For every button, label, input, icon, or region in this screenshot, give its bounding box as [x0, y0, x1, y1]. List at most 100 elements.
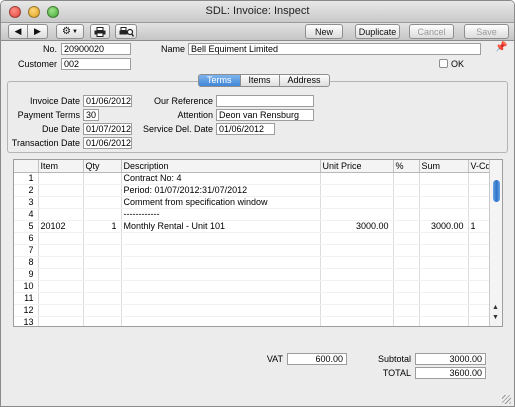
tab-items[interactable]: Items	[240, 74, 280, 87]
grid-cell[interactable]	[393, 244, 420, 257]
grid-cell[interactable]	[83, 304, 122, 317]
grid-cell[interactable]	[83, 232, 122, 245]
grid-cell[interactable]: 3000.00	[320, 220, 394, 233]
grid-cell[interactable]	[419, 184, 469, 197]
grid-cell[interactable]	[468, 256, 491, 269]
grid-cell[interactable]	[320, 244, 394, 257]
grid-cell[interactable]	[393, 280, 420, 293]
column-header[interactable]: Unit Price	[320, 160, 394, 173]
grid-cell[interactable]	[419, 292, 469, 305]
scroll-up-icon[interactable]: ▲	[492, 304, 499, 311]
grid-cell[interactable]: 3000.00	[419, 220, 469, 233]
customer-field[interactable]: 002	[61, 58, 131, 70]
tab-terms[interactable]: Terms	[198, 74, 241, 87]
grid-cell[interactable]	[121, 256, 321, 269]
grid-cell[interactable]	[393, 268, 420, 281]
grid-cell[interactable]	[320, 316, 394, 326]
grid-cell[interactable]: Contract No: 4	[121, 172, 321, 185]
grid-cell[interactable]	[320, 280, 394, 293]
column-header[interactable]: Item	[38, 160, 84, 173]
grid-cell[interactable]	[121, 268, 321, 281]
grid-cell[interactable]	[419, 232, 469, 245]
grid-cell[interactable]	[320, 196, 394, 209]
grid-cell[interactable]	[419, 268, 469, 281]
grid-cell[interactable]: ------------	[121, 208, 321, 221]
grid-cell[interactable]: Monthly Rental - Unit 101	[121, 220, 321, 233]
table-row[interactable]: 13	[14, 316, 491, 326]
grid-cell[interactable]: Comment from specification window	[121, 196, 321, 209]
grid-cell[interactable]	[121, 292, 321, 305]
column-header[interactable]: Description	[121, 160, 321, 173]
grid-cell[interactable]: 20102	[38, 220, 84, 233]
grid-cell[interactable]	[419, 196, 469, 209]
cancel-button[interactable]: Cancel	[409, 24, 454, 39]
resize-grip-icon[interactable]	[502, 395, 511, 404]
grid-cell[interactable]	[121, 316, 321, 326]
print-preview-button[interactable]	[115, 24, 137, 39]
column-header[interactable]: V-Cd	[468, 160, 491, 173]
grid-cell[interactable]	[419, 172, 469, 185]
table-row[interactable]: 6	[14, 232, 491, 245]
grid-cell[interactable]	[83, 172, 122, 185]
table-row[interactable]: 11	[14, 292, 491, 305]
table-row[interactable]: 5 20102 1 Monthly Rental - Unit 101 3000.00 3…	[14, 220, 491, 233]
grid-cell[interactable]	[83, 280, 122, 293]
grid-cell[interactable]	[320, 208, 394, 221]
transaction-date-field[interactable]: 01/06/2012	[83, 137, 132, 149]
grid-cell[interactable]	[38, 208, 84, 221]
grid-cell[interactable]	[320, 292, 394, 305]
grid-cell[interactable]	[38, 256, 84, 269]
grid-cell[interactable]	[320, 256, 394, 269]
grid-cell[interactable]	[468, 304, 491, 317]
save-button[interactable]: Save	[464, 24, 509, 39]
grid-cell[interactable]	[393, 316, 420, 326]
scroll-down-icon[interactable]: ▼	[492, 314, 499, 321]
grid-cell[interactable]: Period: 01/07/2012:31/07/2012	[121, 184, 321, 197]
grid-cell[interactable]	[121, 304, 321, 317]
grid-cell[interactable]	[320, 232, 394, 245]
tab-address[interactable]: Address	[279, 74, 330, 87]
grid-cell[interactable]	[419, 208, 469, 221]
column-header[interactable]: %	[393, 160, 420, 173]
grid-cell[interactable]	[38, 196, 84, 209]
operations-menu-button[interactable]: ⚙ ▼	[56, 24, 84, 39]
new-button[interactable]: New	[305, 24, 343, 39]
grid-cell[interactable]	[468, 316, 491, 326]
grid-cell[interactable]	[393, 220, 420, 233]
grid-cell[interactable]	[83, 256, 122, 269]
grid-cell[interactable]	[468, 244, 491, 257]
previous-record-button[interactable]: ◀	[8, 24, 28, 39]
grid-cell[interactable]	[83, 208, 122, 221]
column-header[interactable]	[14, 160, 39, 173]
name-field[interactable]: Bell Equiment Limited	[188, 43, 481, 55]
grid-cell[interactable]	[38, 244, 84, 257]
grid-cell[interactable]	[38, 232, 84, 245]
grid-cell[interactable]	[468, 172, 491, 185]
grid-cell[interactable]	[38, 280, 84, 293]
grid-cell[interactable]	[320, 304, 394, 317]
grid-cell[interactable]	[83, 184, 122, 197]
table-row[interactable]: 3 Comment from specification window	[14, 196, 491, 209]
grid-cell[interactable]: 1	[83, 220, 122, 233]
grid-cell[interactable]	[121, 280, 321, 293]
grid-cell[interactable]	[83, 196, 122, 209]
grid-cell[interactable]	[320, 268, 394, 281]
grid-cell[interactable]	[320, 172, 394, 185]
grid-cell[interactable]	[393, 232, 420, 245]
grid-cell[interactable]	[468, 208, 491, 221]
grid-cell[interactable]	[419, 244, 469, 257]
grid-cell[interactable]	[393, 184, 420, 197]
invoice-date-field[interactable]: 01/06/2012	[83, 95, 132, 107]
grid-cell[interactable]	[468, 232, 491, 245]
payment-terms-field[interactable]: 30	[83, 109, 99, 121]
grid-cell[interactable]	[468, 268, 491, 281]
vertical-scrollbar[interactable]: ▲ ▼	[489, 160, 502, 326]
grid-cell[interactable]	[38, 172, 84, 185]
invoice-number-field[interactable]: 20900020	[61, 43, 131, 55]
column-header[interactable]: Sum	[419, 160, 469, 173]
service-del-date-field[interactable]: 01/06/2012	[216, 123, 275, 135]
grid-cell[interactable]	[83, 244, 122, 257]
table-row[interactable]: 2 Period: 01/07/2012:31/07/2012	[14, 184, 491, 197]
grid-cell[interactable]	[419, 280, 469, 293]
grid-cell[interactable]	[83, 316, 122, 326]
